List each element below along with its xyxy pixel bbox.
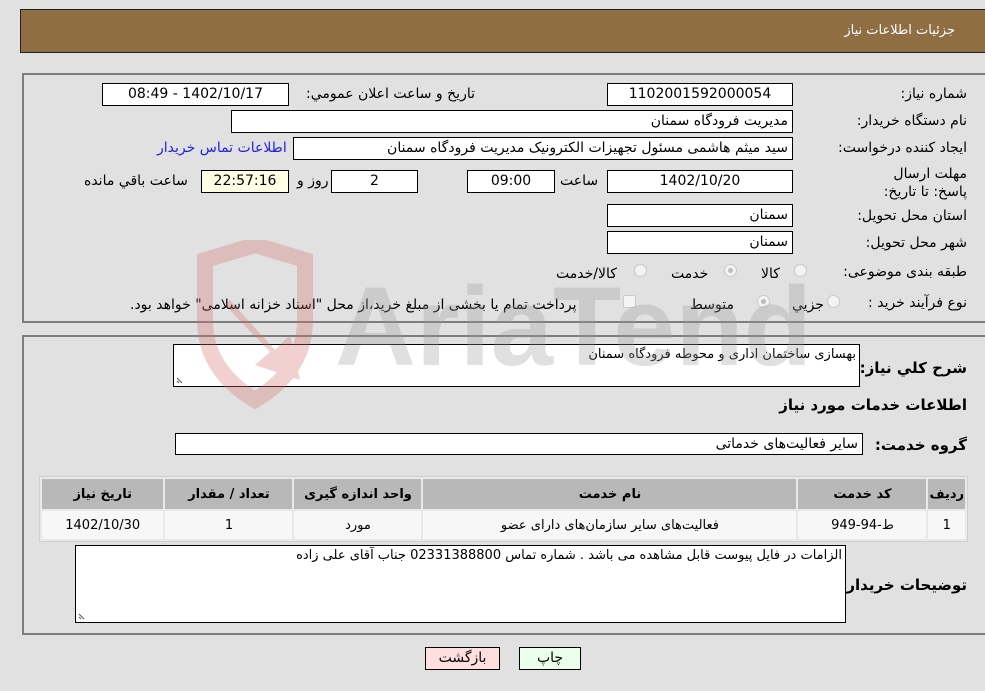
category-option-service: خدمت: [671, 266, 709, 282]
category-option-goods: کالا: [761, 266, 780, 282]
deadline-label: مهلت ارسال پاسخ: تا تاریخ:: [883, 166, 967, 200]
need-number-label: شماره نیاز:: [900, 86, 968, 102]
back-button[interactable]: بازگشت: [425, 647, 500, 670]
general-desc-textarea[interactable]: بهسازی ساختمان اداری و محوطه فرودگاه سمن…: [173, 344, 860, 387]
col-row-number: ردیف: [928, 479, 965, 509]
days-label: روز و: [297, 173, 329, 189]
buyer-notes-text: الزامات در فایل پیوست قابل مشاهده می باش…: [296, 548, 842, 563]
services-table: ردیف کد خدمت نام خدمت واحد اندازه گیری ت…: [39, 476, 968, 542]
col-service-name: نام خدمت: [423, 479, 797, 509]
table-row: 1 ط-94-949 فعالیت‌های سایر سازمان‌های دا…: [42, 511, 965, 539]
buyer-notes-label: توضیحات خریدار:: [840, 576, 967, 594]
purchase-type-label: نوع فرآیند خرید :: [868, 295, 967, 311]
buyer-org-field[interactable]: مدیریت فرودگاه سمنان: [231, 110, 793, 133]
services-section-title: اطلاعات خدمات مورد نیاز: [779, 396, 967, 414]
col-quantity: تعداد / مقدار: [165, 479, 293, 509]
purchase-type-option-medium: متوسط: [690, 297, 734, 313]
city-field[interactable]: سمنان: [607, 231, 793, 254]
category-radio-service[interactable]: [724, 264, 737, 277]
purchase-type-option-minor: جزیي: [792, 297, 824, 313]
cell-need-date: 1402/10/30: [42, 511, 164, 539]
buyer-contact-link[interactable]: اطلاعات تماس خریدار: [157, 140, 287, 156]
requester-label: ایجاد کننده درخواست:: [838, 140, 967, 156]
page-title: جزئیات اطلاعات نیاز: [844, 23, 955, 38]
general-desc-label: شرح کلي نیاز:: [859, 359, 967, 377]
treasury-note: پرداخت تمام یا بخشی از مبلغ خرید،از محل …: [130, 297, 577, 313]
cell-quantity: 1: [165, 511, 293, 539]
cell-service-code: ط-94-949: [798, 511, 927, 539]
need-number-field[interactable]: 1102001592000054: [607, 83, 793, 106]
buyer-notes-textarea[interactable]: الزامات در فایل پیوست قابل مشاهده می باش…: [75, 545, 846, 623]
announce-datetime-label: تاریخ و ساعت اعلان عمومي:: [306, 86, 475, 102]
service-group-field[interactable]: سایر فعالیت‌های خدماتی: [175, 433, 863, 455]
purchase-type-radio-minor[interactable]: [827, 295, 840, 308]
cell-row-number: 1: [928, 511, 965, 539]
purchase-type-radio-medium[interactable]: [757, 295, 770, 308]
category-radio-goods[interactable]: [794, 264, 807, 277]
remaining-time-label: ساعت باقي مانده: [84, 173, 188, 189]
requester-field[interactable]: سید میثم هاشمی مسئول تجهیزات الکترونیک م…: [293, 137, 793, 160]
buyer-org-label: نام دستگاه خریدار:: [856, 113, 967, 129]
category-label: طبقه بندی موضوعی:: [843, 264, 967, 280]
deadline-time-field[interactable]: 09:00: [467, 170, 555, 193]
col-unit: واحد اندازه گیری: [294, 479, 422, 509]
province-label: استان محل تحویل:: [857, 208, 967, 224]
general-desc-text: بهسازی ساختمان اداری و محوطه فرودگاه سمن…: [588, 347, 856, 362]
table-header-row: ردیف کد خدمت نام خدمت واحد اندازه گیری ت…: [42, 479, 965, 509]
col-need-date: تاریخ نیاز: [42, 479, 164, 509]
days-remaining-field[interactable]: 2: [331, 170, 418, 193]
province-field[interactable]: سمنان: [607, 204, 793, 227]
page-header: جزئیات اطلاعات نیاز: [20, 9, 985, 53]
cell-service-name: فعالیت‌های سایر سازمان‌های دارای عضو: [423, 511, 797, 539]
announce-datetime-field[interactable]: 1402/10/17 - 08:49: [102, 83, 289, 106]
col-service-code: کد خدمت: [798, 479, 927, 509]
cell-unit: مورد: [294, 511, 422, 539]
city-label: شهر محل تحویل:: [865, 235, 967, 251]
service-group-label: گروه خدمت:: [874, 436, 967, 454]
remaining-time-field: 22:57:16: [201, 170, 289, 193]
deadline-date-field[interactable]: 1402/10/20: [607, 170, 793, 193]
resize-grip-icon[interactable]: [78, 611, 87, 620]
print-button[interactable]: چاپ: [519, 647, 581, 670]
resize-grip-icon[interactable]: [176, 375, 185, 384]
treasury-checkbox[interactable]: [623, 295, 636, 308]
category-radio-goods-service[interactable]: [634, 264, 647, 277]
deadline-time-label: ساعت: [560, 173, 599, 189]
category-option-goods-service: کالا/خدمت: [556, 266, 617, 282]
